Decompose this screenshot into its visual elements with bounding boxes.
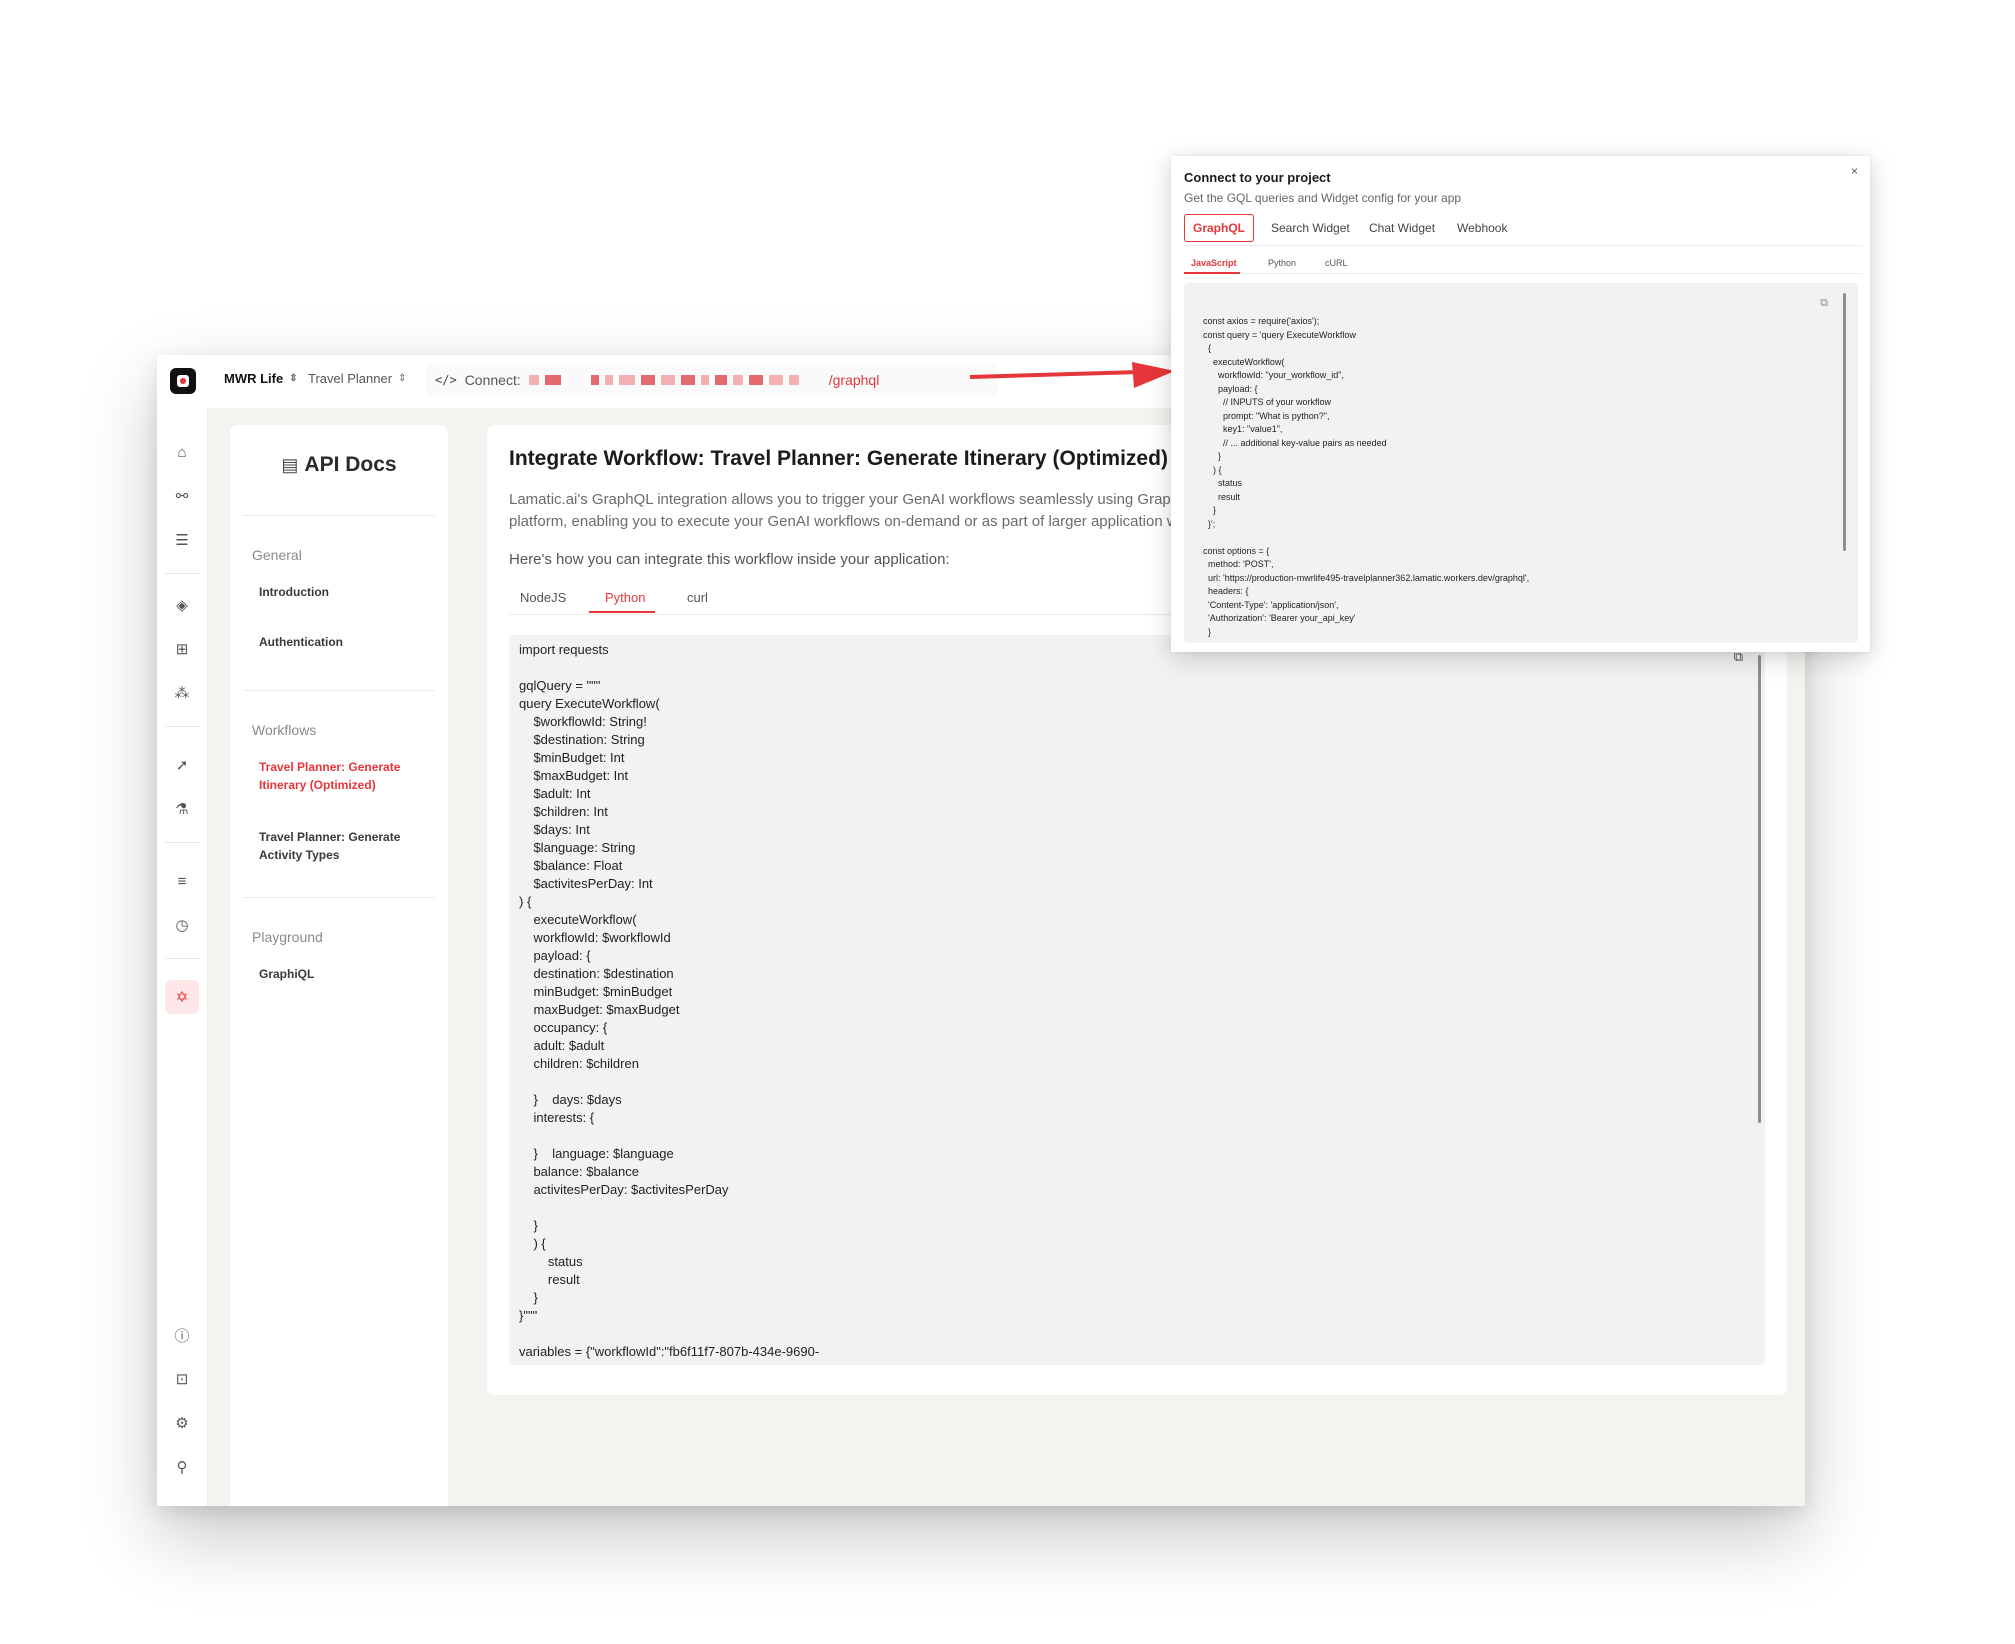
redacted-url <box>528 375 825 385</box>
rocket-icon[interactable]: ➚ <box>171 754 193 776</box>
lamatic-logo[interactable] <box>170 368 196 394</box>
sidebar: ⌂ ⚯ ☰ ◈ ⊞ ⁂ ➚ ⚗ ≡ ◷ ✡ ⓘ ⊡ ⚙ ⚲ <box>157 408 208 1506</box>
flows-icon[interactable]: ⚯ <box>171 485 193 507</box>
chevron-up-down-icon: ⇕ <box>289 373 298 384</box>
active-subtab-indicator <box>1184 272 1240 274</box>
settings-icon[interactable]: ⚙ <box>171 1412 193 1434</box>
tab-chat-widget[interactable]: Chat Widget <box>1361 214 1443 243</box>
workflow-description: Lamatic.ai's GraphQL integration allows … <box>509 489 1209 533</box>
api-docs-title: ▤ API Docs <box>230 453 448 477</box>
sidebar-divider <box>165 842 199 843</box>
clock-icon[interactable]: ◷ <box>171 914 193 936</box>
nav-divider <box>243 897 435 898</box>
project-switcher[interactable]: Travel Planner ⇕ <box>308 371 406 386</box>
connect-project-modal: Connect to your project Get the GQL quer… <box>1171 156 1870 652</box>
nav-item-graphiql[interactable]: GraphiQL <box>259 965 429 983</box>
subtab-javascript[interactable]: JavaScript <box>1191 258 1237 268</box>
active-tab-indicator <box>589 611 655 613</box>
sidebar-divider <box>165 726 199 727</box>
user-icon[interactable]: ⚲ <box>171 1456 193 1478</box>
tab-graphql[interactable]: GraphQL <box>1184 214 1255 242</box>
help-icon[interactable]: ⓘ <box>171 1324 193 1346</box>
tab-curl[interactable]: curl <box>687 590 708 605</box>
modal-subtitle: Get the GQL queries and Widget config fo… <box>1184 191 1462 205</box>
code-icon: </> <box>435 373 457 387</box>
python-code: import requests gqlQuery = """ query Exe… <box>519 642 820 1359</box>
document-icon: ▤ <box>281 455 299 475</box>
tab-webhook[interactable]: Webhook <box>1449 214 1515 243</box>
database-icon[interactable]: ☰ <box>171 529 193 551</box>
nav-section-general: General <box>252 547 302 563</box>
tab-python[interactable]: Python <box>605 590 645 605</box>
chevron-up-down-icon: ⇕ <box>398 373 407 384</box>
nav-section-playground: Playground <box>252 929 323 945</box>
tab-nodejs[interactable]: NodeJS <box>520 590 566 605</box>
code-scrollbar[interactable] <box>1758 655 1761 1123</box>
subtab-python[interactable]: Python <box>1268 258 1296 268</box>
org-switcher[interactable]: MWR Life ⇕ <box>224 371 298 386</box>
javascript-code-block[interactable]: const axios = require('axios'); const qu… <box>1184 283 1858 643</box>
integration-instructions: Here's how you can integrate this workfl… <box>509 551 950 568</box>
callout-arrow <box>970 362 1175 388</box>
api-docs-nav: ▤ API Docs General Introduction Authentic… <box>230 425 448 1506</box>
sidebar-divider <box>165 573 199 574</box>
project-name: Travel Planner <box>308 371 393 386</box>
nav-divider <box>243 690 435 691</box>
nav-item-authentication[interactable]: Authentication <box>259 633 429 651</box>
modal-title: Connect to your project <box>1184 170 1331 185</box>
page-title: Integrate Workflow: Travel Planner: Gene… <box>509 447 1168 470</box>
subtab-curl[interactable]: cURL <box>1325 258 1348 268</box>
nav-item-introduction[interactable]: Introduction <box>259 583 429 601</box>
models-icon[interactable]: ⁂ <box>171 682 193 704</box>
copy-icon[interactable]: ⧉ <box>1820 297 1828 310</box>
gift-icon[interactable]: ⊡ <box>171 1368 193 1390</box>
home-icon[interactable]: ⌂ <box>171 441 193 463</box>
nav-item-activity-types-workflow[interactable]: Travel Planner: Generate Activity Types <box>259 828 429 864</box>
connect-url-suffix: /graphql <box>828 372 880 388</box>
connect-endpoint[interactable]: </> Connect: /graphql <box>427 364 997 396</box>
nav-divider <box>243 515 435 516</box>
graphql-icon[interactable]: ✡ <box>165 980 199 1014</box>
nav-item-itinerary-workflow[interactable]: Travel Planner: Generate Itinerary (Opti… <box>259 758 429 794</box>
description-line: Lamatic.ai's GraphQL integration allows … <box>509 491 1200 508</box>
connect-label: Connect: <box>464 372 521 388</box>
python-code-block[interactable]: import requests gqlQuery = """ query Exe… <box>509 635 1765 1365</box>
code-scrollbar[interactable] <box>1843 293 1846 551</box>
list-icon[interactable]: ≡ <box>171 870 193 892</box>
sidebar-divider <box>165 958 199 959</box>
cube-icon[interactable]: ◈ <box>171 594 193 616</box>
flask-icon[interactable]: ⚗ <box>171 798 193 820</box>
apps-icon[interactable]: ⊞ <box>171 638 193 660</box>
subtab-divider <box>1184 273 1862 274</box>
javascript-code: const axios = require('axios'); const qu… <box>1203 316 1530 637</box>
org-name: MWR Life <box>224 371 284 386</box>
tab-search-widget[interactable]: Search Widget <box>1263 214 1358 243</box>
close-icon[interactable]: × <box>1851 164 1858 178</box>
api-docs-title-text: API Docs <box>304 453 397 476</box>
nav-section-workflows: Workflows <box>252 722 317 738</box>
description-line: platform, enabling you to execute your G… <box>509 513 1187 530</box>
tab-divider <box>1184 245 1862 246</box>
